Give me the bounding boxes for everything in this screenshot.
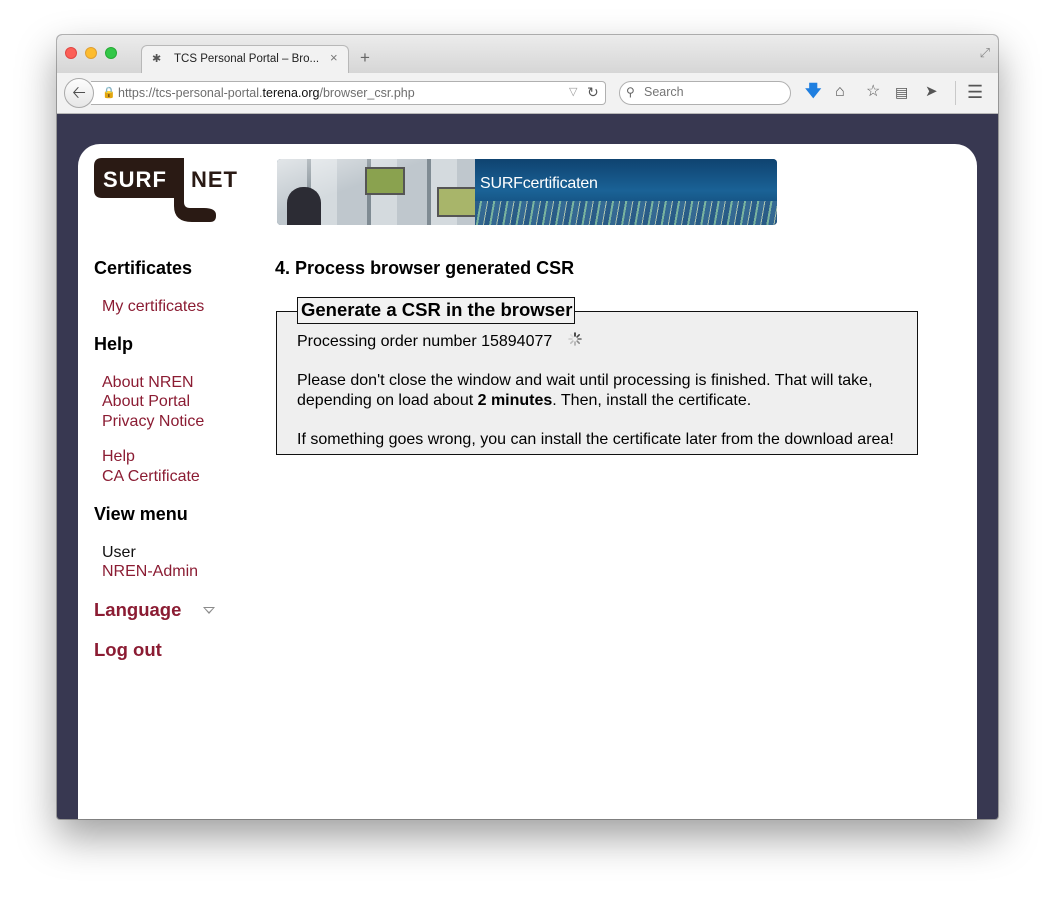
my-certificates-link[interactable]: My certificates: [102, 298, 204, 316]
browser-window: ✱ TCS Personal Portal – Bro... × + ⤢ 🔒 h…: [57, 35, 998, 819]
home-icon[interactable]: ⌂: [835, 83, 845, 101]
wait-instruction-line1: Please don't close the window and wait u…: [297, 372, 873, 389]
bookmark-star-icon[interactable]: ☆: [866, 83, 880, 101]
page-title: 4. Process browser generated CSR: [275, 258, 575, 278]
ca-certificate-link[interactable]: CA Certificate: [102, 468, 200, 486]
close-window-button[interactable]: [65, 47, 77, 59]
banner-office-photo: [277, 159, 482, 225]
loading-spinner-icon: [568, 332, 582, 346]
logout-link[interactable]: Log out: [94, 639, 162, 661]
privacy-notice-link[interactable]: Privacy Notice: [102, 413, 204, 431]
page-content: SURF NET SURFcertificaten Certificates M…: [78, 144, 977, 819]
help-link[interactable]: Help: [102, 448, 135, 466]
certificates-heading: Certificates: [94, 258, 193, 278]
help-heading: Help: [94, 334, 134, 354]
download-icon[interactable]: 🡇: [805, 83, 821, 101]
navigation-toolbar: 🔒 https://tcs-personal-portal.terena.org…: [57, 73, 998, 114]
reading-list-icon[interactable]: ▤: [895, 83, 908, 101]
wait-instruction-line2: depending on load about 2 minutes. Then,…: [297, 392, 751, 410]
view-menu-heading: View menu: [94, 504, 188, 524]
view-nren-admin-link[interactable]: NREN-Admin: [102, 563, 198, 581]
fullscreen-icon[interactable]: ⤢: [980, 45, 990, 61]
search-input[interactable]: [644, 85, 784, 99]
back-button[interactable]: 🡠: [64, 78, 94, 108]
about-nren-link[interactable]: About NREN: [102, 374, 194, 392]
url-path: /browser_csr.php: [319, 86, 415, 100]
generate-csr-panel: Generate a CSR in the browser Processing…: [276, 297, 918, 455]
panel-legend: Generate a CSR in the browser: [297, 297, 576, 324]
lock-icon: 🔒: [102, 87, 116, 99]
search-icon: ⚲: [626, 85, 635, 99]
language-menu[interactable]: Language: [94, 599, 181, 621]
url-dropdown-icon[interactable]: ▽: [569, 85, 577, 98]
toolbar-separator: [955, 81, 956, 105]
maximize-window-button[interactable]: [105, 47, 117, 59]
browser-tab[interactable]: ✱ TCS Personal Portal – Bro... ×: [141, 45, 349, 74]
banner-title: SURFcertificaten: [480, 175, 598, 192]
url-prefix: https://tcs-personal-portal.: [118, 86, 263, 100]
wait-line2-start: depending on load about: [297, 392, 478, 409]
url-text[interactable]: https://tcs-personal-portal.terena.org/b…: [118, 86, 415, 100]
share-icon[interactable]: ➤: [925, 83, 938, 101]
reload-icon[interactable]: ↻: [587, 84, 599, 101]
logo-surf-text: SURF: [103, 167, 167, 192]
search-box[interactable]: ⚲: [619, 81, 791, 105]
back-arrow-icon: 🡠: [72, 83, 86, 102]
title-bar: ✱ TCS Personal Portal – Bro... × + ⤢: [57, 35, 998, 74]
minimize-window-button[interactable]: [85, 47, 97, 59]
new-tab-icon[interactable]: +: [360, 48, 370, 68]
processing-order-text: Processing order number 15894077: [297, 333, 553, 350]
close-tab-icon[interactable]: ×: [330, 50, 338, 65]
url-domain: terena.org: [262, 86, 320, 100]
view-user-current: User: [102, 544, 136, 561]
header-banner: SURFcertificaten: [277, 159, 777, 225]
tab-favicon-icon: ✱: [152, 53, 162, 65]
menu-icon[interactable]: ☰: [967, 83, 983, 101]
url-bar[interactable]: 🔒 https://tcs-personal-portal.terena.org…: [91, 81, 606, 105]
error-fallback-text: If something goes wrong, you can install…: [297, 431, 894, 448]
logo-net-text: NET: [191, 167, 238, 192]
wait-duration: 2 minutes: [477, 392, 553, 409]
language-dropdown-icon[interactable]: [203, 607, 215, 614]
wait-line2-end: . Then, install the certificate.: [552, 392, 752, 409]
surfnet-logo: SURF NET: [94, 158, 238, 222]
about-portal-link[interactable]: About Portal: [102, 393, 190, 411]
tab-title: TCS Personal Portal – Bro...: [174, 53, 320, 65]
